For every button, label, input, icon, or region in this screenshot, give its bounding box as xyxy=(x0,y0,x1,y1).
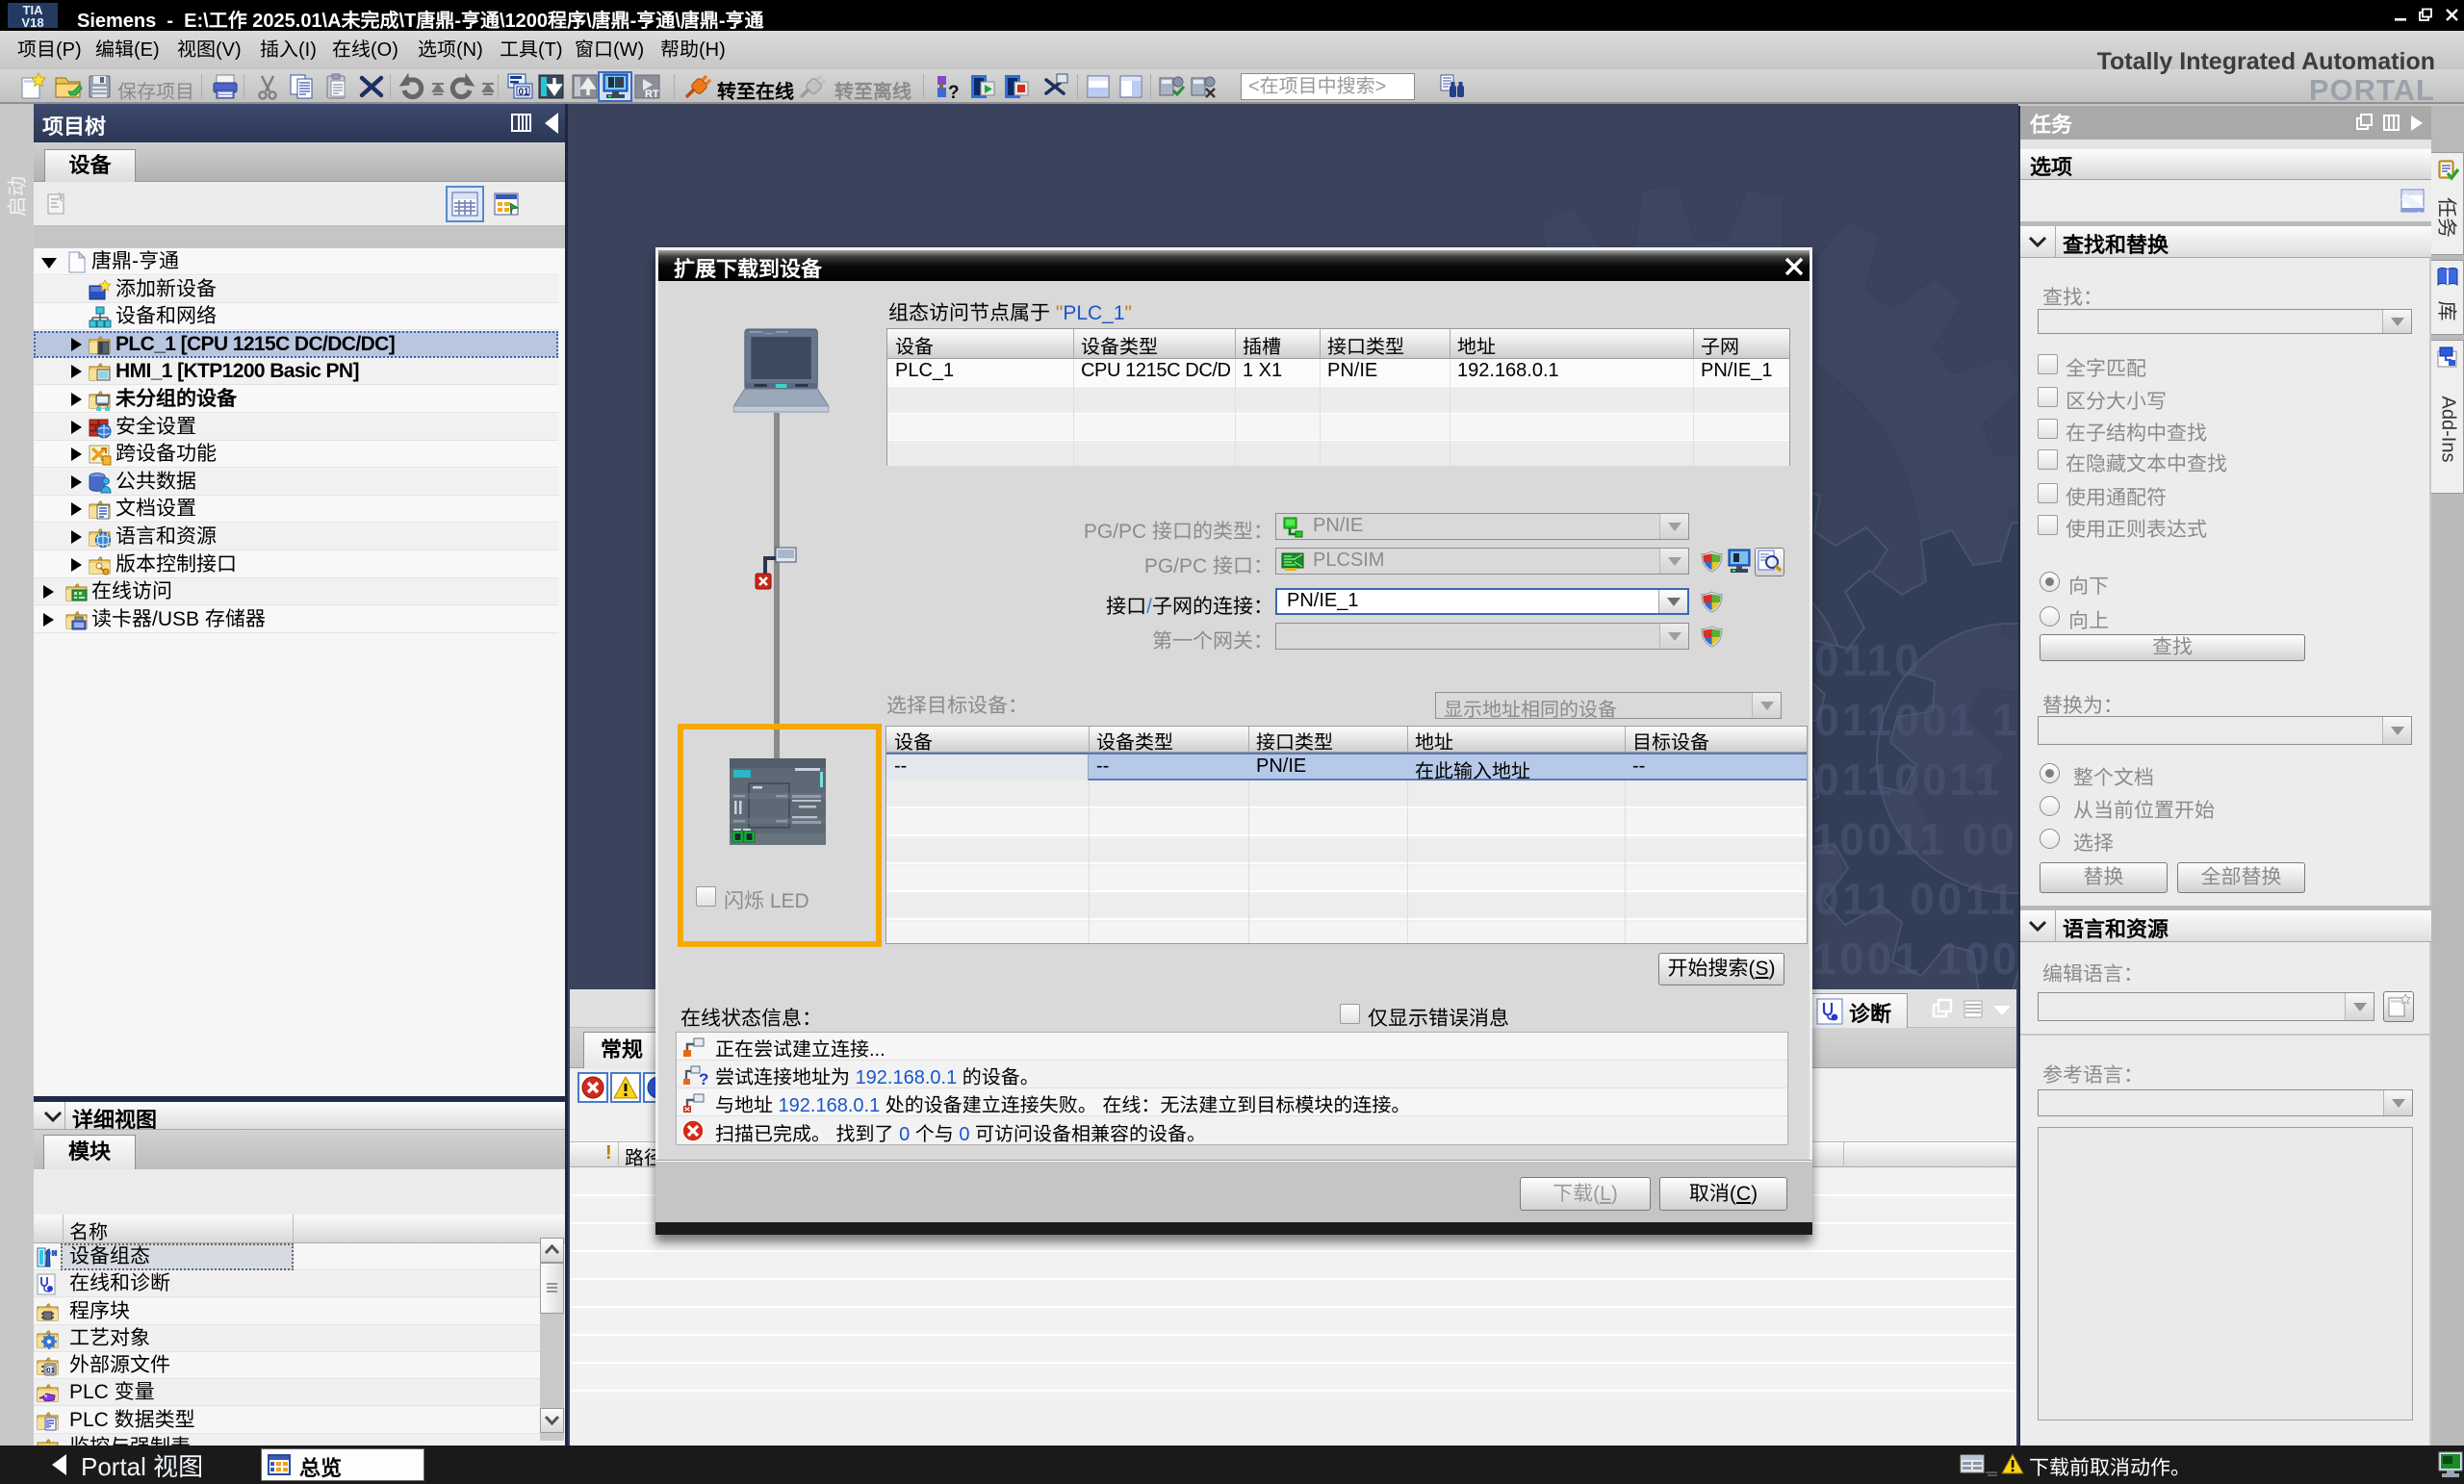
svg-text:01: 01 xyxy=(519,88,530,98)
svg-text:?: ? xyxy=(699,1070,708,1086)
svg-text:01: 01 xyxy=(47,1366,55,1374)
svg-text:RT: RT xyxy=(645,89,659,100)
svg-text:?: ? xyxy=(948,83,960,101)
